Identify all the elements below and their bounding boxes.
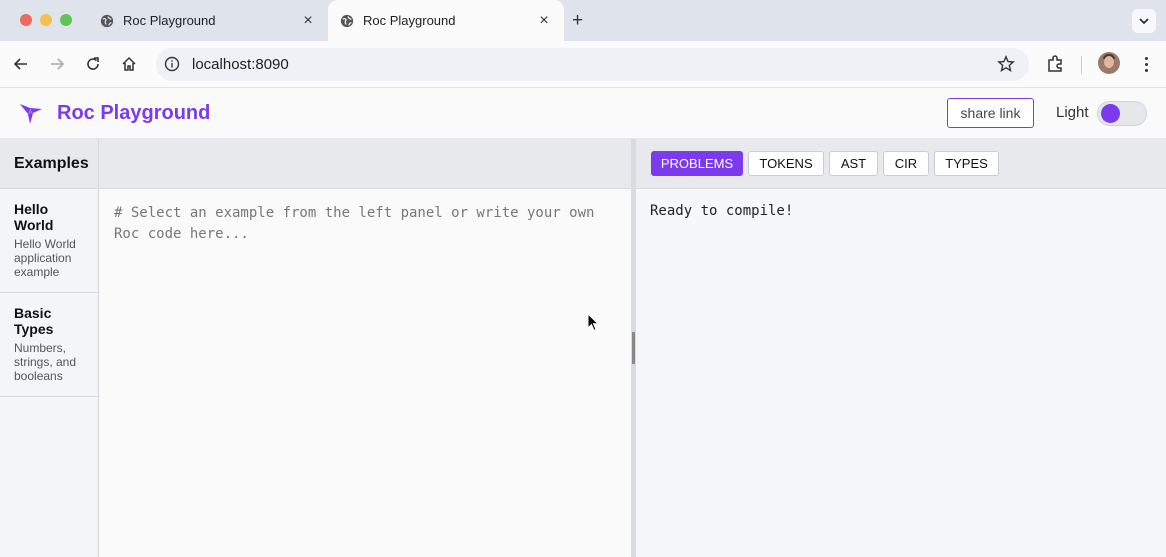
example-description: Hello World application example bbox=[14, 237, 76, 279]
profile-avatar[interactable] bbox=[1098, 52, 1120, 74]
reload-icon bbox=[87, 57, 99, 70]
browser-tab-active[interactable]: Roc Playground × bbox=[328, 0, 564, 41]
globe-icon bbox=[100, 14, 114, 27]
tab-search-button[interactable] bbox=[1132, 9, 1156, 33]
tab-types[interactable]: TYPES bbox=[934, 151, 999, 176]
resize-grip[interactable] bbox=[632, 332, 635, 364]
example-title: Hello World bbox=[14, 201, 54, 233]
back-button[interactable] bbox=[11, 54, 31, 74]
tab-ast[interactable]: AST bbox=[829, 151, 878, 176]
example-description: Numbers, strings, and booleans bbox=[14, 341, 77, 383]
star-icon[interactable] bbox=[997, 55, 1015, 73]
app-title: Roc Playground bbox=[57, 102, 211, 124]
browser-toolbar: localhost:8090 bbox=[0, 41, 1166, 88]
editor-header bbox=[99, 139, 631, 189]
arrow-left-icon bbox=[13, 58, 27, 70]
mouse-pointer-icon bbox=[587, 313, 599, 332]
share-link-button[interactable]: share link bbox=[947, 98, 1034, 128]
roc-bird-logo bbox=[20, 104, 42, 124]
example-basic-types[interactable]: Basic Types Numbers, strings, and boolea… bbox=[0, 293, 98, 397]
close-icon[interactable]: × bbox=[536, 12, 552, 29]
theme-toggle[interactable] bbox=[1097, 101, 1147, 126]
sidebar-heading: Examples bbox=[0, 139, 98, 189]
home-button[interactable] bbox=[119, 54, 139, 74]
globe-icon bbox=[340, 14, 354, 27]
tab-problems[interactable]: PROBLEMS bbox=[651, 151, 743, 176]
tab-title: Roc Playground bbox=[123, 13, 216, 28]
home-icon bbox=[122, 56, 136, 71]
minimize-window-button[interactable] bbox=[40, 14, 52, 26]
arrow-right-icon bbox=[51, 58, 65, 70]
chevron-down-icon bbox=[1139, 18, 1149, 25]
app-header: Roc Playground share link Light bbox=[0, 88, 1166, 139]
reload-button[interactable] bbox=[83, 54, 103, 74]
output-tabs-bar: PROBLEMS TOKENS AST CIR TYPES bbox=[636, 139, 1166, 189]
forward-button[interactable] bbox=[47, 54, 67, 74]
new-tab-button[interactable]: + bbox=[572, 11, 583, 30]
example-hello-world[interactable]: Hello World Hello World application exam… bbox=[0, 189, 98, 293]
site-info-icon[interactable] bbox=[164, 56, 180, 72]
code-editor[interactable]: # Select an example from the left panel … bbox=[99, 189, 631, 557]
tab-cir[interactable]: CIR bbox=[883, 151, 929, 176]
maximize-window-button[interactable] bbox=[60, 14, 72, 26]
toggle-knob bbox=[1101, 104, 1120, 123]
tab-title: Roc Playground bbox=[363, 13, 456, 28]
theme-label: Light bbox=[1056, 104, 1089, 121]
output-panel: Ready to compile! bbox=[636, 189, 1166, 557]
examples-sidebar: Examples Hello World Hello World applica… bbox=[0, 139, 99, 557]
url-text[interactable]: localhost:8090 bbox=[192, 56, 289, 73]
browser-tab[interactable]: Roc Playground × bbox=[88, 0, 328, 41]
compile-status-message: Ready to compile! bbox=[650, 203, 794, 219]
tab-tokens[interactable]: TOKENS bbox=[748, 151, 824, 176]
editor-placeholder[interactable]: # Select an example from the left panel … bbox=[114, 203, 614, 245]
toolbar-divider bbox=[1081, 56, 1082, 74]
extensions-icon[interactable] bbox=[1045, 54, 1065, 74]
browser-menu-icon[interactable] bbox=[1136, 54, 1156, 74]
close-icon[interactable]: × bbox=[300, 12, 316, 29]
close-window-button[interactable] bbox=[20, 14, 32, 26]
address-bar[interactable]: localhost:8090 bbox=[156, 48, 1029, 81]
example-title: Basic Types bbox=[14, 305, 54, 337]
browser-tab-bar: Roc Playground × Roc Playground × + bbox=[0, 0, 1166, 41]
